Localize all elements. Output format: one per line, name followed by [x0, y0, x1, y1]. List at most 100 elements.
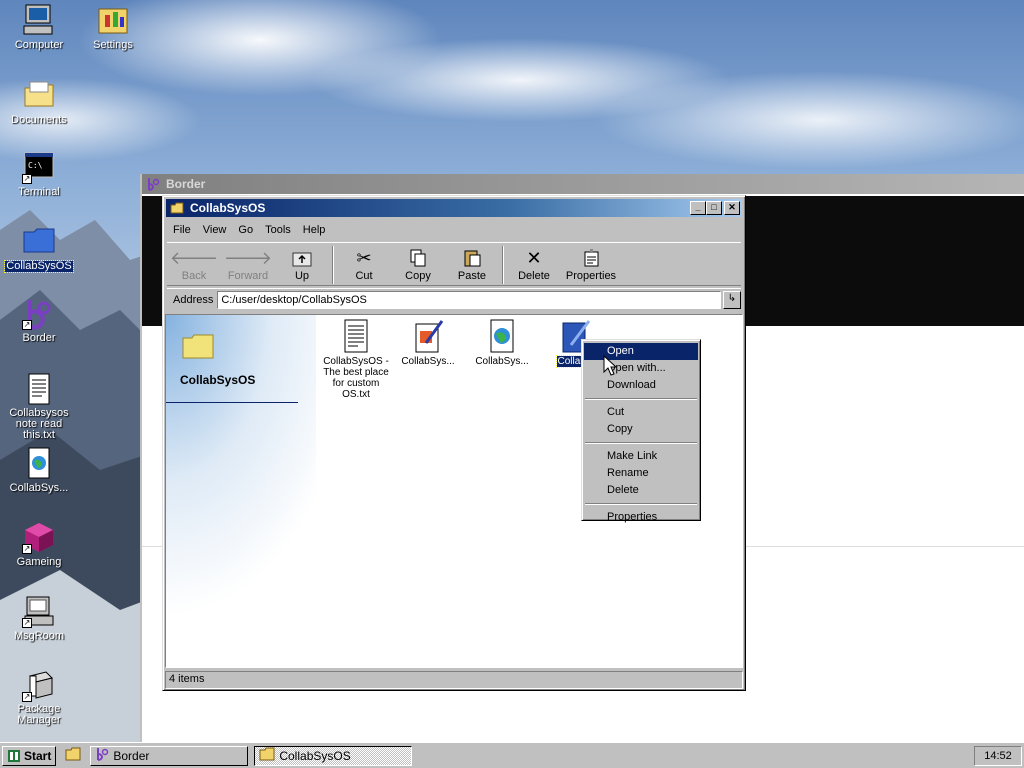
- desktop-icon-label: Collabsysos note read this.txt: [9, 407, 69, 441]
- paste-icon: [445, 246, 499, 270]
- desktop-icon-terminal[interactable]: C:\ ↗ Terminal: [2, 150, 76, 198]
- desktop-icon-border[interactable]: ↗ Border: [2, 296, 76, 344]
- menu-cut[interactable]: Cut: [584, 404, 698, 421]
- go-arrow-icon: ↳: [727, 292, 737, 304]
- menu-download[interactable]: Download: [584, 377, 698, 394]
- border-window-title: Border: [166, 177, 206, 191]
- menu-separator: [585, 442, 697, 444]
- desktop-icon-label: Settings: [93, 39, 133, 51]
- close-button[interactable]: ✕: [724, 201, 740, 215]
- explorer-titlebar[interactable]: CollabSysOS _ □ ✕: [166, 199, 742, 217]
- start-button[interactable]: Start: [2, 745, 57, 766]
- address-label: Address: [173, 293, 214, 306]
- copy-button[interactable]: Copy: [391, 246, 445, 282]
- file-item[interactable]: CollabSys...: [395, 319, 461, 367]
- status-bar: 4 items: [165, 671, 743, 689]
- cube-icon: ↗: [22, 520, 56, 554]
- border-window-titlebar[interactable]: Border: [142, 174, 1024, 194]
- paste-button[interactable]: Paste: [445, 246, 499, 282]
- text-file-icon: [340, 319, 372, 353]
- desktop-icon-settings[interactable]: Settings: [76, 3, 150, 51]
- toolbar-separator: [502, 246, 504, 284]
- divider: [166, 402, 298, 403]
- cut-label: Cut: [355, 270, 373, 282]
- delete-button[interactable]: ✕ Delete: [507, 246, 561, 283]
- shortcut-arrow-icon: ↗: [22, 174, 32, 184]
- desktop-icon-package-manager[interactable]: ↗ Package Manager: [2, 668, 76, 726]
- border-logo-icon: [146, 177, 160, 191]
- menu-bar: File View Go Tools Help: [167, 220, 741, 240]
- shortcut-arrow-icon: ↗: [22, 544, 32, 554]
- taskbar: Start Border CollabSysOS 14:52: [0, 742, 1024, 768]
- status-text: 4 items: [169, 673, 205, 685]
- file-label: CollabSys...: [401, 356, 455, 367]
- window-controls: _ □ ✕: [690, 201, 740, 215]
- file-item[interactable]: CollabSysOS - The best place for custom …: [323, 319, 389, 400]
- folder-icon: [65, 747, 81, 764]
- menu-tools[interactable]: Tools: [259, 224, 297, 236]
- delete-label: Delete: [518, 270, 550, 282]
- menu-copy[interactable]: Copy: [584, 421, 698, 438]
- copy-label: Copy: [405, 270, 431, 282]
- menu-open[interactable]: Open: [584, 343, 698, 360]
- desktop-icon-label: Documents: [11, 114, 67, 126]
- menu-file[interactable]: File: [167, 224, 197, 236]
- task-label: CollabSysOS: [279, 748, 351, 763]
- web-document-icon: [486, 319, 518, 353]
- task-label: Border: [113, 748, 150, 763]
- menu-view[interactable]: View: [197, 224, 233, 236]
- folder-icon: [182, 333, 214, 359]
- menu-help[interactable]: Help: [297, 224, 332, 236]
- system-clock[interactable]: 14:52: [974, 746, 1022, 766]
- context-menu: Open Open with... Download Cut Copy Make…: [581, 339, 701, 523]
- terminal-icon: C:\ ↗: [22, 150, 56, 184]
- go-button[interactable]: ↳: [723, 290, 741, 309]
- forward-button[interactable]: 🡒 Forward: [221, 246, 275, 283]
- toolbar-separator: [332, 246, 334, 284]
- package-icon: ↗: [22, 668, 56, 702]
- forward-label: Forward: [227, 270, 269, 282]
- desktop-icon-msgroom[interactable]: ↗ MsgRoom: [2, 594, 76, 642]
- menu-go[interactable]: Go: [232, 224, 259, 236]
- computer-icon: [22, 3, 56, 37]
- desktop-icon-computer[interactable]: Computer: [2, 3, 76, 51]
- back-label: Back: [181, 270, 207, 282]
- side-panel: CollabSysOS: [166, 315, 316, 667]
- folder-icon: [22, 78, 56, 112]
- text-file-icon: [22, 372, 56, 406]
- menu-separator: [585, 398, 697, 400]
- menu-properties[interactable]: Properties: [584, 509, 698, 526]
- desktop-icon-label: MsgRoom: [13, 630, 65, 642]
- back-button[interactable]: 🡐 Back: [167, 246, 221, 283]
- task-border[interactable]: Border: [90, 745, 249, 766]
- desktop-icon-label: Package Manager: [17, 703, 61, 726]
- file-item[interactable]: CollabSys...: [469, 319, 535, 367]
- minimize-button[interactable]: _: [690, 201, 706, 215]
- desktop-icon-collabsysos[interactable]: CollabSysOS: [2, 224, 76, 273]
- delete-x-icon: ✕: [526, 247, 542, 268]
- desktop-icon-note[interactable]: Collabsysos note read this.txt: [2, 372, 76, 441]
- address-bar: Address ↳: [167, 288, 741, 310]
- desktop-icon-gameing[interactable]: ↗ Gameing: [2, 520, 76, 568]
- menu-rename[interactable]: Rename: [584, 465, 698, 482]
- msgroom-icon: ↗: [22, 594, 56, 628]
- properties-label: Properties: [565, 270, 617, 282]
- menu-open-with[interactable]: Open with...: [584, 360, 698, 377]
- web-document-icon: [22, 446, 56, 480]
- desktop-icon-documents[interactable]: Documents: [2, 78, 76, 126]
- menu-delete[interactable]: Delete: [584, 482, 698, 499]
- up-button[interactable]: Up: [275, 246, 329, 282]
- desktop-icon-collabsys-web[interactable]: CollabSys...: [2, 446, 76, 494]
- menu-make-link[interactable]: Make Link: [584, 448, 698, 465]
- address-input[interactable]: [217, 290, 721, 309]
- task-collabsysos[interactable]: CollabSysOS: [254, 745, 413, 766]
- maximize-button[interactable]: □: [706, 201, 722, 215]
- file-label: CollabSysOS - The best place for custom …: [323, 356, 389, 400]
- blue-folder-icon: [22, 224, 56, 258]
- side-panel-title: CollabSysOS: [180, 373, 256, 387]
- cut-button[interactable]: ✂ Cut: [337, 246, 391, 283]
- back-arrow-icon: 🡐: [169, 247, 219, 268]
- copy-icon: [391, 246, 445, 270]
- quick-launch-explorer[interactable]: [62, 746, 84, 766]
- properties-button[interactable]: Properties: [561, 246, 621, 282]
